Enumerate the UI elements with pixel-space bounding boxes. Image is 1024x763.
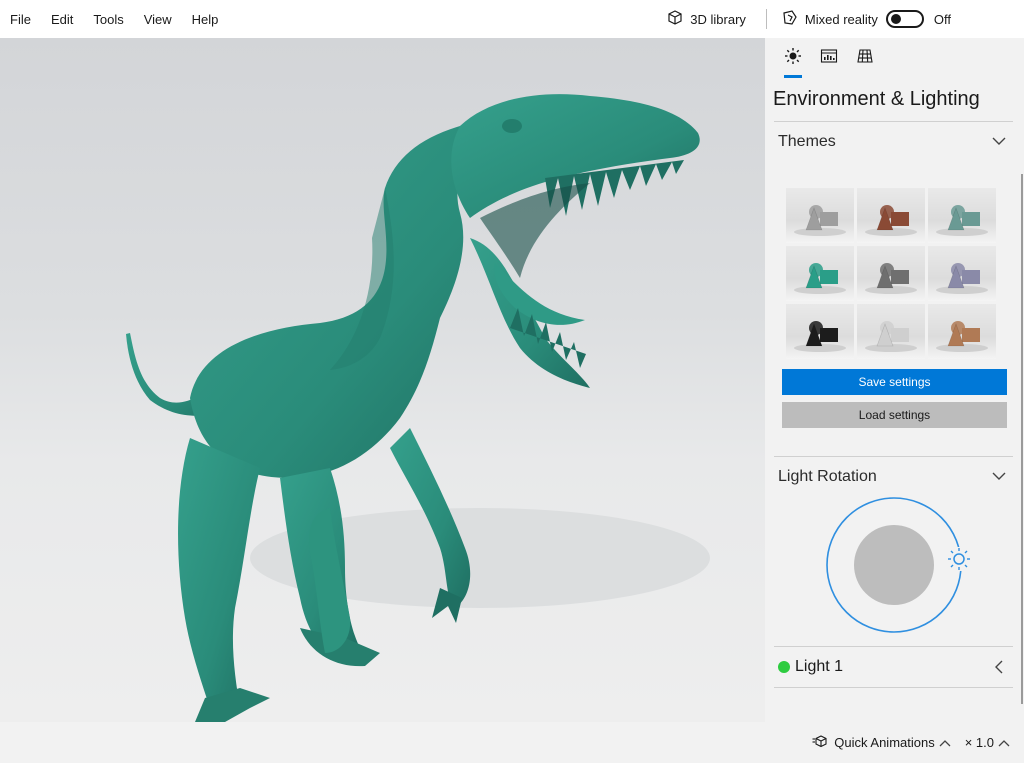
- menu-view[interactable]: View: [144, 12, 182, 27]
- chevron-down-icon: [992, 133, 1006, 151]
- light-rotation-header[interactable]: Light Rotation: [765, 457, 1024, 497]
- light-sphere: [854, 525, 934, 605]
- theme-preview: [865, 263, 917, 294]
- toolbar-divider: [765, 9, 767, 29]
- app-window: File Edit Tools View Help 3D library Mix…: [0, 0, 1024, 763]
- top-bar: File Edit Tools View Help 3D library Mix…: [0, 0, 1024, 38]
- theme-preview: [865, 205, 917, 236]
- theme-preview: [794, 321, 846, 352]
- environment-panel: Environment & Lighting Themes Save setti…: [765, 38, 1024, 722]
- toggle-knob: [890, 14, 901, 24]
- light-rotation-dial[interactable]: [765, 497, 1024, 662]
- mixed-reality-label: Mixed reality: [804, 11, 878, 27]
- speed-label: × 1.0: [964, 735, 994, 750]
- stats-icon: [820, 47, 838, 70]
- menu-edit[interactable]: Edit: [51, 12, 83, 27]
- light-1-label: Light 1: [795, 658, 844, 675]
- speed-button[interactable]: × 1.0: [965, 735, 1014, 750]
- theme-tile[interactable]: [857, 188, 925, 243]
- top-right-controls: 3D library Mixed reality Off: [666, 0, 1024, 38]
- theme-tile[interactable]: [786, 304, 854, 359]
- dinosaur-model[interactable]: [0, 38, 765, 722]
- status-bar: Quick Animations × 1.0: [0, 722, 1024, 763]
- chevron-left-icon: [994, 660, 1004, 679]
- divider: [774, 687, 1013, 688]
- mixed-reality-state: Off: [933, 11, 951, 27]
- menu-help[interactable]: Help: [192, 12, 229, 27]
- tab-environment[interactable]: [775, 38, 811, 78]
- tab-stats[interactable]: [811, 38, 847, 78]
- theme-preview: [794, 263, 846, 294]
- chevron-up-icon: [994, 735, 1014, 750]
- theme-tile[interactable]: [786, 188, 854, 243]
- animation-icon: [808, 734, 834, 751]
- grid-icon: [856, 47, 874, 70]
- theme-tile[interactable]: [857, 304, 925, 359]
- theme-tile[interactable]: [857, 246, 925, 301]
- mixed-reality-toggle[interactable]: [885, 10, 924, 28]
- 3d-library-label: 3D library: [690, 11, 746, 27]
- cube-icon: [666, 9, 690, 30]
- quick-animations-button[interactable]: Quick Animations: [808, 734, 954, 751]
- panel-title: Environment & Lighting: [773, 88, 980, 110]
- theme-tile[interactable]: [928, 246, 996, 301]
- theme-preview: [794, 205, 846, 236]
- light-status-dot: [778, 661, 790, 673]
- theme-preview: [936, 205, 988, 236]
- theme-tile[interactable]: [928, 304, 996, 359]
- mixed-reality-icon: [781, 9, 805, 30]
- theme-preview: [936, 263, 988, 294]
- chevron-down-icon: [992, 468, 1006, 486]
- 3d-library-button[interactable]: 3D library: [666, 9, 746, 30]
- theme-preview: [936, 321, 988, 352]
- themes-header[interactable]: Themes: [765, 122, 1024, 162]
- menu-tools[interactable]: Tools: [93, 12, 133, 27]
- theme-preview: [865, 321, 917, 352]
- themes-label: Themes: [778, 133, 836, 150]
- load-settings-button[interactable]: Load settings: [782, 402, 1007, 428]
- themes-grid: [786, 188, 1024, 359]
- mixed-reality-button[interactable]: Mixed reality: [781, 9, 878, 30]
- theme-tile[interactable]: [786, 246, 854, 301]
- menu-bar: File Edit Tools View Help: [0, 0, 238, 38]
- chevron-up-icon: [935, 735, 955, 750]
- light-handle-icon[interactable]: [947, 547, 971, 571]
- panel-tabs: [765, 38, 1024, 78]
- light-1-row[interactable]: Light 1: [765, 647, 1024, 687]
- menu-file[interactable]: File: [10, 12, 41, 27]
- 3d-viewport[interactable]: [0, 38, 765, 722]
- save-settings-button[interactable]: Save settings: [782, 369, 1007, 395]
- light-rotation-label: Light Rotation: [778, 468, 877, 485]
- theme-tile[interactable]: [928, 188, 996, 243]
- panel-scrollbar[interactable]: [1021, 174, 1023, 704]
- sun-icon: [784, 47, 802, 70]
- tab-grid[interactable]: [847, 38, 883, 78]
- quick-animations-label: Quick Animations: [834, 735, 935, 750]
